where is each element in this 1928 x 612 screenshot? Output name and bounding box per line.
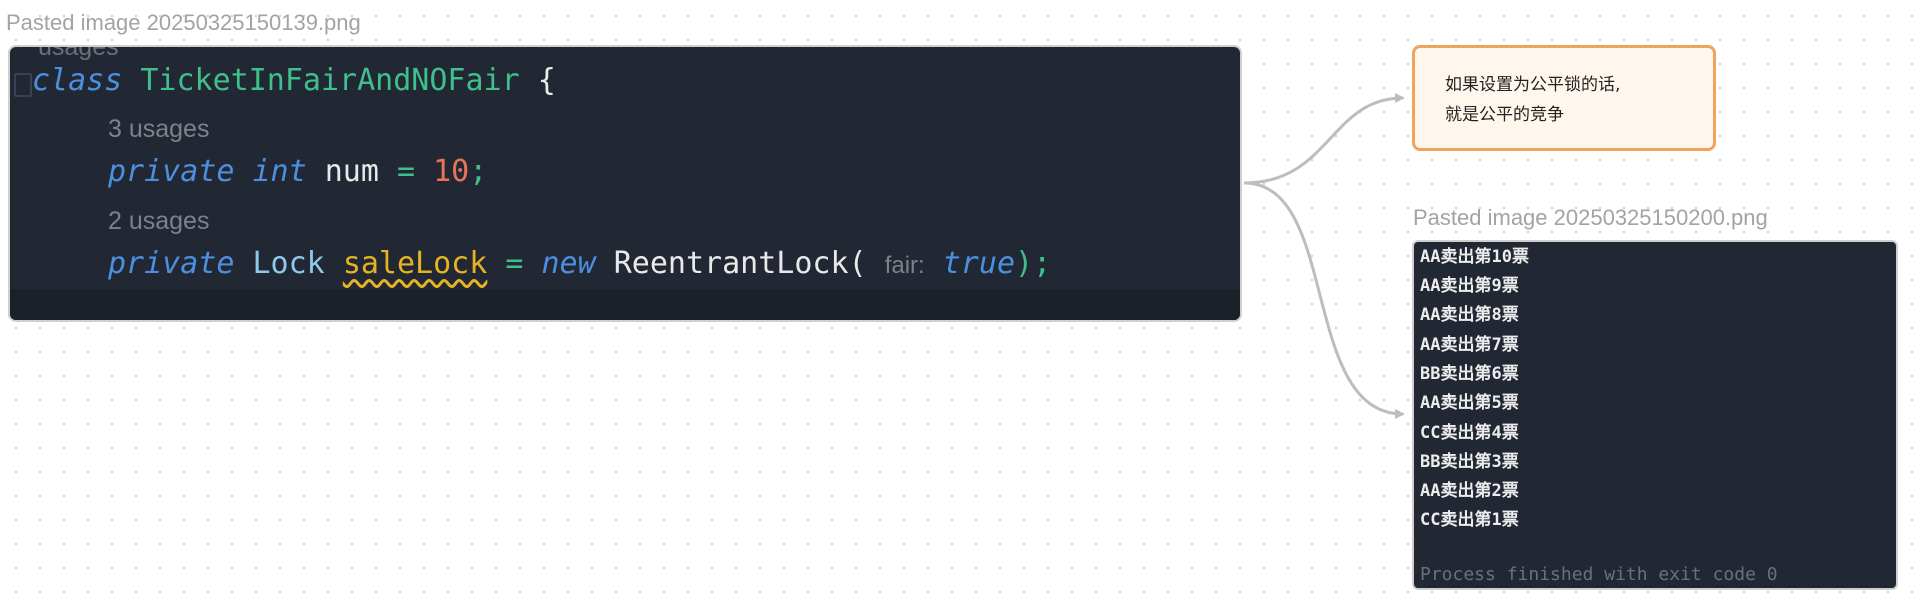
note-card[interactable]: 如果设置为公平锁的话, 就是公平的竞争 — [1412, 45, 1716, 151]
console-output-line: CC卖出第1票 — [1420, 510, 1519, 530]
console-output-line: AA卖出第7票 — [1420, 335, 1519, 355]
assign-operator-2: = — [505, 246, 524, 281]
console-output-line: AA卖出第2票 — [1420, 481, 1519, 501]
private-keyword: private — [108, 154, 235, 189]
note-line-1: 如果设置为公平锁的话, — [1445, 75, 1621, 95]
console-image-caption[interactable]: Pasted image 20250325150200.png — [1413, 205, 1768, 231]
num-value: 10 — [433, 154, 470, 189]
canvas-board[interactable]: Pasted image 20250325150139.png usages c… — [0, 0, 1928, 612]
true-argument: true — [942, 246, 1016, 281]
salelock-field: saleLock — [342, 246, 488, 281]
class-name: TicketInFairAndNOFair — [140, 63, 520, 98]
closing-paren-semicolon: ); — [1015, 246, 1052, 281]
usages-hint-1: 3 usages — [108, 115, 210, 143]
console-output-line: AA卖出第5票 — [1420, 393, 1519, 413]
edge-to-console[interactable] — [1243, 181, 1405, 419]
note-line-2: 就是公平的竞争 — [1445, 105, 1564, 125]
new-keyword: new — [541, 246, 596, 281]
code-image-caption[interactable]: Pasted image 20250325150139.png — [6, 10, 361, 36]
code-image-node[interactable]: usages class TicketInFairAndNOFair { 3 u… — [8, 45, 1242, 322]
assign-operator: = — [397, 154, 416, 189]
current-line-highlight — [10, 289, 1240, 320]
num-field-line: private int num = 10; — [108, 154, 487, 189]
class-keyword: class — [32, 63, 123, 98]
console-image-node[interactable]: AA卖出第10票 AA卖出第9票 AA卖出第8票 AA卖出第7票 BB卖出第6票… — [1412, 240, 1898, 590]
lock-field-line: private Lock saleLock = new ReentrantLoc… — [108, 246, 1051, 281]
console-output-line: AA卖出第9票 — [1420, 276, 1519, 296]
console-output-line: BB卖出第6票 — [1420, 364, 1519, 384]
fair-param-hint: fair: — [884, 252, 925, 279]
private-keyword-2: private — [108, 246, 235, 281]
cut-usages-hint: usages — [38, 45, 119, 61]
reentrantlock-ctor: ReentrantLock( — [613, 246, 867, 281]
open-brace: { — [537, 63, 556, 98]
usages-hint-2: 2 usages — [108, 207, 210, 235]
edge-to-note[interactable] — [1243, 93, 1405, 185]
process-finished-line: Process finished with exit code 0 — [1420, 564, 1778, 585]
console-output-line: CC卖出第4票 — [1420, 423, 1519, 443]
semicolon: ; — [469, 154, 488, 189]
int-keyword: int — [252, 154, 307, 189]
console-output-line: BB卖出第3票 — [1420, 452, 1519, 472]
console-output-line: AA卖出第10票 — [1420, 247, 1529, 267]
fold-gutter-icon — [14, 73, 32, 97]
num-field: num — [324, 154, 379, 189]
console-output-line: AA卖出第8票 — [1420, 305, 1519, 325]
class-declaration-line: class TicketInFairAndNOFair { — [32, 63, 556, 98]
lock-type: Lock — [252, 246, 325, 281]
